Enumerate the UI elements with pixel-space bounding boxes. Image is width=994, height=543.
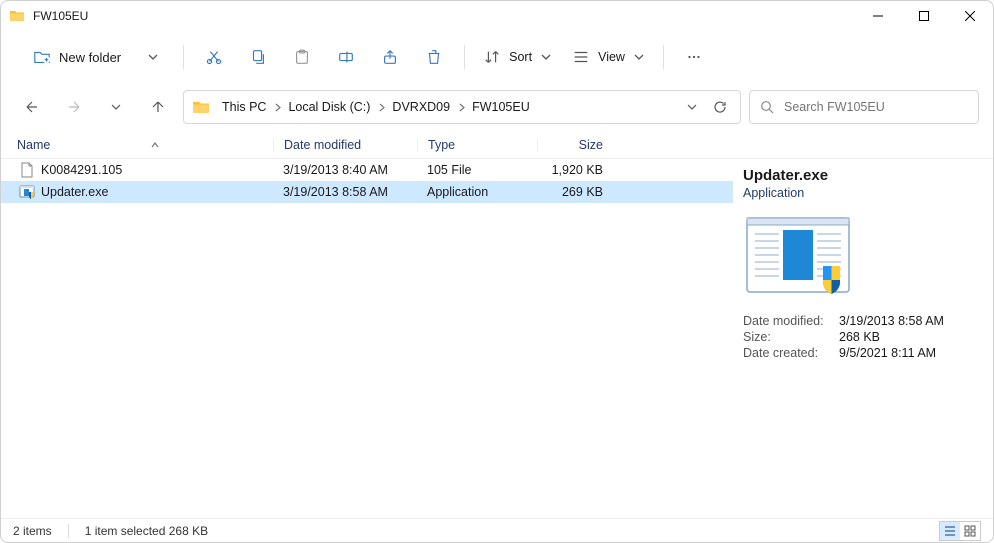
trash-icon [425,48,443,66]
address-bar[interactable]: This PC Local Disk (C:) DVRXD09 FW105EU [183,90,741,124]
column-header-size[interactable]: Size [537,138,613,152]
chevron-right-icon[interactable] [270,103,284,112]
sort-icon [483,48,501,66]
delete-button[interactable] [414,39,454,75]
thumbnails-view-button[interactable] [960,522,980,540]
status-bar: 2 items 1 item selected 268 KB [1,518,993,542]
file-date: 3/19/2013 8:40 AM [273,163,417,177]
file-name: K0084291.105 [41,163,122,177]
address-dropdown-button[interactable] [678,93,706,121]
scissors-icon [205,48,223,66]
new-folder-label: New folder [59,50,121,65]
separator [464,45,465,69]
view-label: View [598,50,625,64]
sort-button[interactable]: Sort [475,39,560,75]
sort-ascending-icon [150,140,160,150]
rename-icon [337,48,355,66]
more-button[interactable] [674,39,714,75]
property-value: 9/5/2021 8:11 AM [839,346,936,360]
file-row[interactable]: K0084291.105 3/19/2013 8:40 AM105 File1,9… [1,159,733,181]
new-dropdown-button[interactable] [133,39,173,75]
chevron-right-icon[interactable] [454,103,468,112]
column-headers: Name Date modified Type Size [1,131,993,159]
breadcrumb-item[interactable]: FW105EU [468,100,534,114]
file-size: 1,920 KB [537,163,613,177]
chevron-right-icon[interactable] [374,103,388,112]
up-button[interactable] [141,90,175,124]
separator [663,45,664,69]
back-button[interactable] [15,90,49,124]
property-value: 3/19/2013 8:58 AM [839,314,944,328]
details-filename: Updater.exe [743,167,973,184]
nav-row: This PC Local Disk (C:) DVRXD09 FW105EU [1,83,993,131]
file-icon [19,162,35,178]
minimize-button[interactable] [855,1,901,31]
copy-icon [249,48,267,66]
search-icon [760,100,774,114]
folder-icon [192,98,210,116]
copy-button[interactable] [238,39,278,75]
view-button[interactable]: View [564,39,653,75]
cut-button[interactable] [194,39,234,75]
share-button[interactable] [370,39,410,75]
content-area: K0084291.105 3/19/2013 8:40 AM105 File1,9… [1,159,993,518]
search-input[interactable] [784,100,968,114]
breadcrumb-item[interactable]: This PC [218,100,270,114]
forward-button[interactable] [57,90,91,124]
new-folder-button[interactable]: New folder [25,39,129,75]
file-date: 3/19/2013 8:58 AM [273,185,417,199]
file-type: Application [417,185,537,199]
sort-label: Sort [509,50,532,64]
breadcrumb-item[interactable]: DVRXD09 [388,100,454,114]
file-size: 269 KB [537,185,613,199]
details-view-button[interactable] [940,522,960,540]
column-header-date[interactable]: Date modified [273,138,417,152]
application-icon [19,184,35,200]
folder-icon [9,8,25,24]
share-icon [381,48,399,66]
maximize-button[interactable] [901,1,947,31]
details-property: Date modified: 3/19/2013 8:58 AM [743,314,973,328]
paste-icon [293,48,311,66]
recent-locations-button[interactable] [99,90,133,124]
refresh-button[interactable] [706,93,734,121]
paste-button[interactable] [282,39,322,75]
window-title: FW105EU [33,9,88,23]
property-key: Size: [743,330,829,344]
details-filetype: Application [743,186,973,200]
details-property: Size: 268 KB [743,330,973,344]
details-property: Date created: 9/5/2021 8:11 AM [743,346,973,360]
search-box[interactable] [749,90,979,124]
status-item-count: 2 items [13,524,52,538]
column-header-type[interactable]: Type [417,138,537,152]
new-folder-icon [33,48,51,66]
property-value: 268 KB [839,330,880,344]
file-type: 105 File [417,163,537,177]
file-row[interactable]: Updater.exe 3/19/2013 8:58 AMApplication2… [1,181,733,203]
file-name: Updater.exe [41,185,108,199]
property-key: Date modified: [743,314,829,328]
rename-button[interactable] [326,39,366,75]
separator [183,45,184,69]
column-header-name[interactable]: Name [1,138,273,152]
breadcrumb-item[interactable]: Local Disk (C:) [284,100,374,114]
view-mode-toggle [939,521,981,541]
toolbar: New folder Sort View [1,31,993,83]
title-bar: FW105EU [1,1,993,31]
details-pane: Updater.exe Application Date modified: 3/… [733,159,993,518]
ellipsis-icon [685,48,703,66]
details-thumbnail [743,214,853,296]
file-list: K0084291.105 3/19/2013 8:40 AM105 File1,9… [1,159,733,518]
close-button[interactable] [947,1,993,31]
view-icon [572,48,590,66]
property-key: Date created: [743,346,829,360]
status-selection: 1 item selected 268 KB [85,524,208,538]
